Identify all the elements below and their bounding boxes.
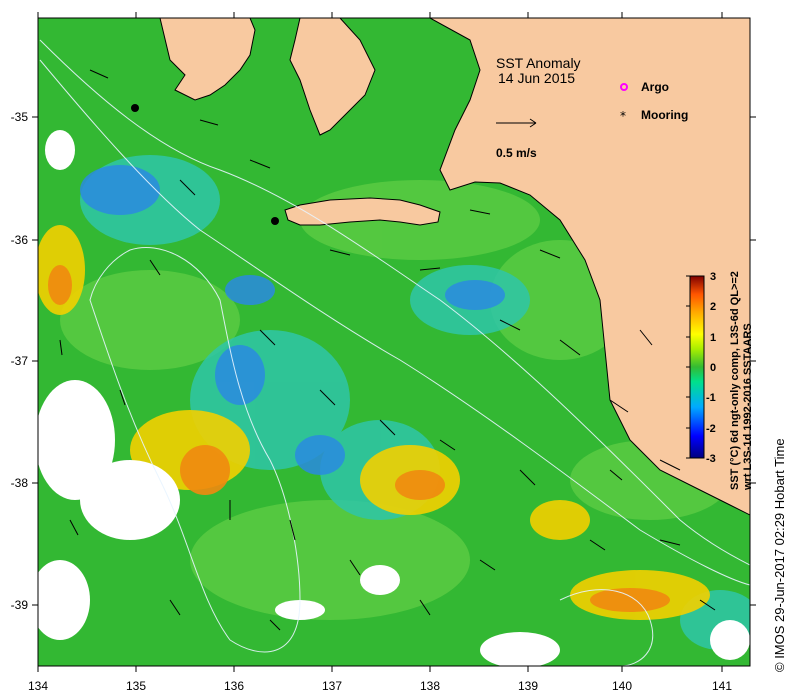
colorbar-label-line1: SST (°C) 6d ngt-only comp, L3S-6d QL>=2 — [729, 271, 741, 490]
colorbar-tick-label: 3 — [710, 271, 716, 283]
colorbar-tick-label: -2 — [706, 423, 716, 435]
argo-legend-label: Argo — [641, 80, 669, 94]
lon-tick-label: 138 — [420, 679, 440, 693]
lon-tick-label: 137 — [322, 679, 342, 693]
mooring-marker — [131, 104, 139, 112]
colorbar-label-line2: wrt L3S-1d 1992-2016 SSTAARS — [742, 323, 754, 491]
lon-tick-label: 140 — [612, 679, 632, 693]
lon-tick-labels: 134 135 136 137 138 139 140 141 — [28, 679, 732, 693]
sst-anomaly-map: 134 135 136 137 138 139 140 141 -35 -36 … — [11, 12, 787, 693]
colorbar-tick-label: 1 — [710, 332, 716, 344]
colorbar-tick-label: 2 — [710, 301, 716, 313]
lon-tick-label: 135 — [126, 679, 146, 693]
lat-tick-labels: -35 -36 -37 -38 -39 — [11, 110, 29, 612]
mooring-legend-icon: * — [620, 109, 626, 123]
colorbar-tick-label: -1 — [706, 392, 716, 404]
mooring-legend-label: Mooring — [641, 108, 688, 122]
credit-text: © IMOS 29-Jun-2017 02:29 Hobart Time — [772, 438, 787, 672]
lat-tick-label: -39 — [11, 598, 29, 612]
mooring-marker — [271, 217, 279, 225]
lat-tick-label: -38 — [11, 476, 29, 490]
lat-tick-label: -36 — [11, 233, 29, 247]
map-title: SST Anomaly — [496, 55, 581, 71]
lon-tick-label: 136 — [224, 679, 244, 693]
lat-tick-label: -37 — [11, 354, 29, 368]
lat-tick-label: -35 — [11, 110, 29, 124]
lon-tick-label: 134 — [28, 679, 48, 693]
map-date: 14 Jun 2015 — [498, 70, 575, 86]
lon-tick-label: 141 — [712, 679, 732, 693]
lon-tick-label: 139 — [518, 679, 538, 693]
colorbar-ramp — [689, 275, 705, 459]
colorbar-tick-label: -3 — [706, 453, 716, 465]
colorbar-tick-label: 0 — [710, 362, 716, 374]
scale-label: 0.5 m/s — [496, 146, 537, 160]
